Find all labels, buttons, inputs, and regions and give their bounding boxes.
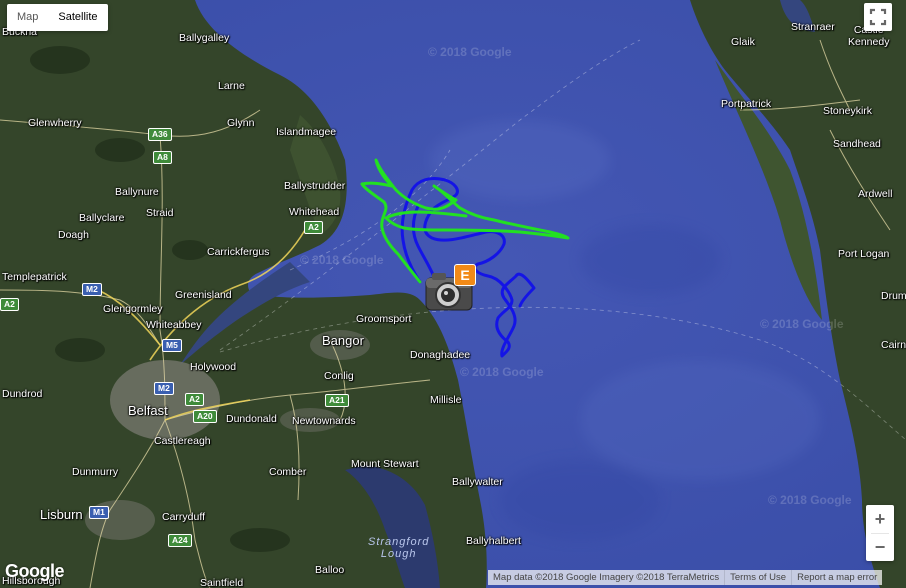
fullscreen-icon xyxy=(869,8,887,26)
fullscreen-button[interactable] xyxy=(864,3,892,31)
marker-letter-badge: E xyxy=(454,264,476,286)
zoom-out-button[interactable]: − xyxy=(866,533,894,561)
map-type-satellite-button[interactable]: Satellite xyxy=(48,4,107,31)
map-data-attribution: Map data ©2018 Google Imagery ©2018 Terr… xyxy=(493,572,720,583)
attribution-bar: Map data ©2018 Google Imagery ©2018 Terr… xyxy=(488,570,883,585)
zoom-in-button[interactable]: + xyxy=(866,505,894,533)
photo-marker[interactable]: E xyxy=(424,264,482,314)
map-type-map-button[interactable]: Map xyxy=(7,4,48,31)
google-logo: Google xyxy=(5,561,65,581)
report-map-error-link[interactable]: Report a map error xyxy=(791,570,882,585)
zoom-control: + − xyxy=(866,505,894,561)
map-type-control: Map Satellite xyxy=(7,4,108,31)
terms-of-use-link[interactable]: Terms of Use xyxy=(724,570,791,585)
map-canvas[interactable]: Buckna Ballygalley Larne Glenwherry Glyn… xyxy=(0,0,906,588)
zoom-divider xyxy=(871,533,889,534)
